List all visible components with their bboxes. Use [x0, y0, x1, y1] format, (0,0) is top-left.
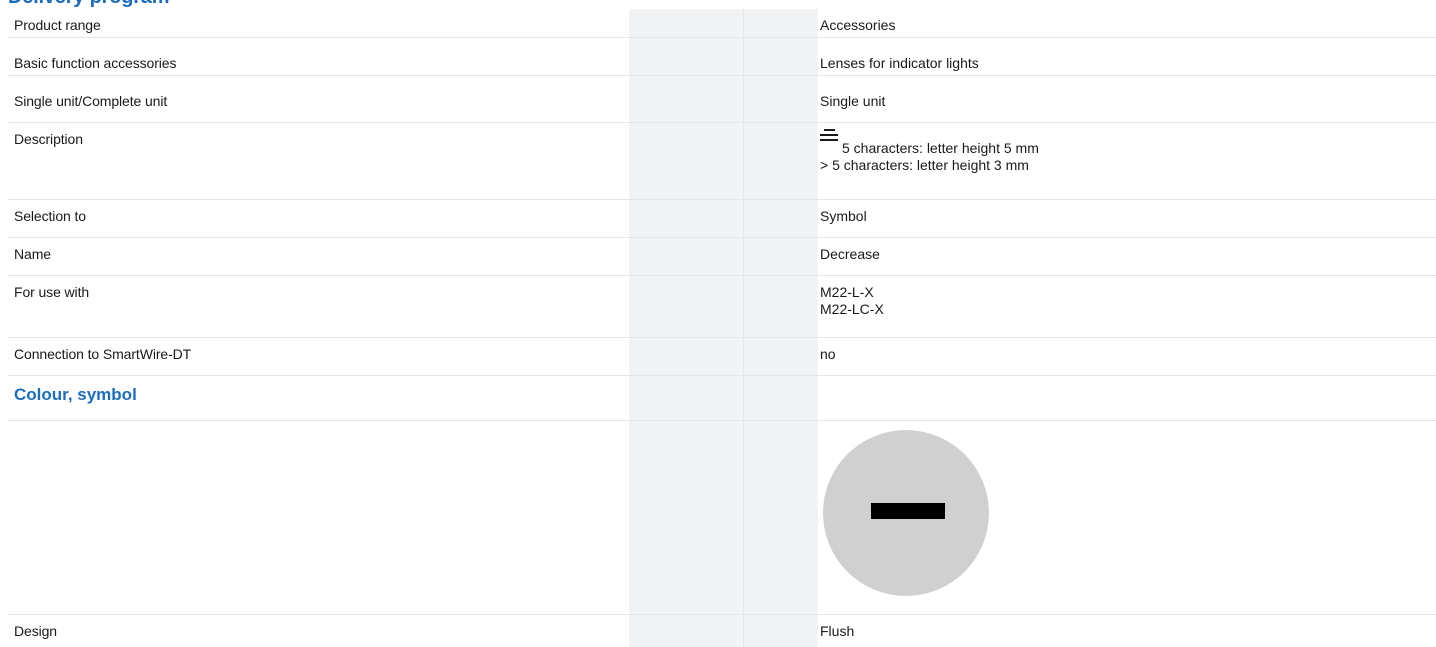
table-row: Name Decrease [8, 238, 1436, 276]
row-label: Basic function accessories [14, 55, 177, 71]
row-label: Single unit/Complete unit [14, 93, 168, 109]
for-use-with-value: M22-L-X M22-LC-X [820, 284, 884, 318]
table-row: For use with M22-L-X M22-LC-X [8, 276, 1436, 338]
description-value: 5 characters: letter height 5 mm > 5 cha… [820, 129, 1039, 174]
row-label: For use with [14, 284, 90, 300]
value-line: M22-LC-X [820, 301, 884, 317]
row-value: Decrease [820, 246, 880, 262]
table-row: Description 5 characters: letter height … [8, 123, 1436, 200]
table-row: Design Flush [8, 615, 1436, 647]
row-label: Name [14, 246, 51, 262]
value-line: M22-L-X [820, 284, 874, 300]
minus-bar [871, 503, 945, 519]
row-label: Product range [14, 17, 101, 33]
partial-section-heading: Delivery program [8, 0, 170, 8]
row-value: Symbol [820, 208, 867, 224]
section-title: Colour, symbol [14, 385, 137, 404]
table-row: Basic function accessories Lenses for in… [8, 47, 1436, 76]
row-label: Description [14, 131, 83, 147]
row-value: Lenses for indicator lights [820, 55, 979, 71]
table-row: Connection to SmartWire-DT no [8, 338, 1436, 376]
description-line: > 5 characters: letter height 3 mm [820, 157, 1029, 173]
table-row: Single unit/Complete unit Single unit [8, 85, 1436, 123]
row-value: no [820, 346, 836, 362]
minus-symbol-lens-icon [823, 430, 989, 596]
row-label: Design [14, 623, 57, 639]
description-line: 5 characters: letter height 5 mm [842, 140, 1039, 156]
section-row: Colour, symbol [8, 376, 1436, 421]
row-value: Accessories [820, 17, 896, 33]
row-label: Connection to SmartWire-DT [14, 346, 192, 362]
table-row: Selection to Symbol [8, 200, 1436, 238]
text-lines-icon [820, 129, 838, 143]
row-value: Single unit [820, 93, 886, 109]
table-row: Product range Accessories [8, 9, 1436, 38]
row-value: Flush [820, 623, 855, 639]
image-row [8, 421, 1436, 615]
row-label: Selection to [14, 208, 86, 224]
